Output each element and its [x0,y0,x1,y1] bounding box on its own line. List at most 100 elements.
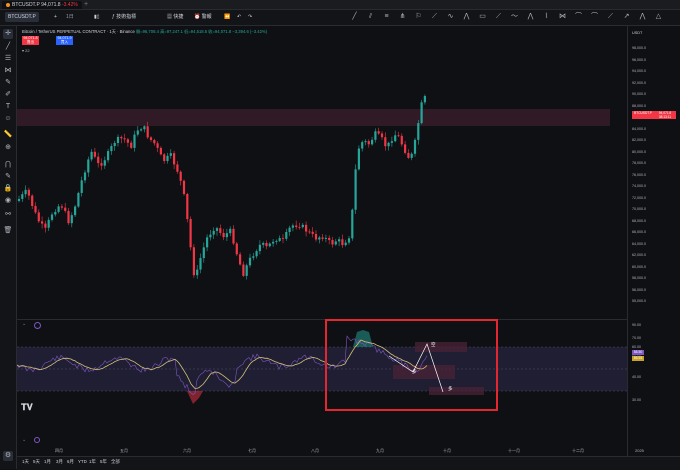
candle-body [265,242,268,247]
candle-body [123,138,126,140]
candle-body [235,243,238,255]
ruler-icon[interactable]: 📏 [3,130,13,140]
timeframe-button[interactable]: 6月 [67,459,74,465]
timeframe-button[interactable]: YTD [78,459,87,464]
current-price-value: 94,071.8 08:13:11 [654,111,676,119]
add-tab-button[interactable]: + [84,0,88,9]
candle-body [206,237,209,248]
time-tick-label: 十月 [443,448,451,453]
candle-body [136,130,139,135]
pane-collapse-icon[interactable]: ⌄ [22,321,26,327]
forecast-tool-icon[interactable]: ⟋ [606,12,615,22]
candle-body [209,234,212,238]
path-tool-icon[interactable]: 〜 [510,12,519,22]
line-tool-icon[interactable]: ╱ [350,12,359,22]
chart-area[interactable] [17,26,627,456]
xabcd-tool-icon[interactable]: ⋀ [462,12,471,22]
lock-icon[interactable]: 🔒 [3,184,13,194]
candle-body [179,171,182,181]
indicator-eye-icon[interactable] [34,322,41,329]
pen-icon[interactable]: ✐ [3,90,13,100]
pattern-tool-icon[interactable]: ⚐ [414,12,423,22]
time-tick-label: 九月 [376,448,384,453]
currency-label[interactable]: USDT [632,31,642,35]
symbol-tab[interactable]: BTCUSDT.P 94,071.8 -3.42% [2,1,82,9]
price-tick-label: 98,000.0 [632,46,646,50]
projection-tool-icon[interactable]: ↗ [622,12,631,22]
candle-body [93,151,96,157]
visibility-icon[interactable]: ◉ [3,196,13,206]
price-tick-label: 60,000.0 [632,264,646,269]
price-tick-label: 64,000.0 [632,241,646,246]
candle-body [308,231,311,233]
bottom-pane-toggle[interactable]: ⌄ [22,437,26,443]
annotation-long-1: 多 [412,369,417,374]
time-tick-label: 六月 [183,448,191,453]
head-shoulders-tool-icon[interactable]: ⋀ [638,12,647,22]
trendline-icon[interactable]: ╱ [3,42,13,52]
timeframe-button[interactable]: 1天 [22,459,29,465]
trash-icon[interactable]: 🗑 [3,226,13,236]
candle-body [272,241,275,244]
magnet-icon[interactable]: ⋂ [3,160,13,170]
candle-body [242,264,245,276]
buy-button[interactable]: 94,071.9 買入 [56,36,73,45]
bottom-tool-icon[interactable]: ⚙ [3,451,13,461]
compare-button[interactable]: + [52,12,59,23]
candle-body [229,228,232,234]
channel-tool-icon[interactable]: ⫽ [366,12,375,22]
candle-body [367,141,370,145]
timeframe-button[interactable]: 1月 [44,459,51,465]
time-tick-label: 八月 [311,448,319,453]
timeframe-button[interactable]: 全部 [111,459,120,465]
time-tick-label: 四月 [55,448,63,453]
sell-button[interactable]: 94,071.8 賣出 [22,36,39,45]
indicators-button[interactable]: ƒ 技術指標 [110,12,138,23]
redo-button[interactable]: ↷ [246,12,254,23]
candle-body [31,195,34,206]
trend-tool-icon[interactable]: ⟋ [494,12,503,22]
emoji-icon[interactable]: ☺ [3,114,13,124]
elliott-tool-icon[interactable]: ⌇ [542,12,551,22]
fib-icon[interactable]: ☰ [3,54,13,64]
templates-button[interactable]: ▦ 快捷 [165,12,185,23]
grid-icon: ▦ [167,14,173,20]
zigzag-tool-icon[interactable]: ⋀ [526,12,535,22]
zoom-in-icon[interactable]: ⊕ [3,143,13,153]
text-icon[interactable]: T [3,102,13,112]
lock-drawings-icon[interactable]: ✎ [3,172,13,182]
candle-body [153,139,156,144]
pane-separator[interactable] [17,319,627,320]
timeframe-button[interactable]: 1年 [89,459,96,465]
link-icon[interactable]: ⚯ [3,210,13,220]
triangle-tool-icon[interactable]: △ [654,12,663,22]
curve-tool-icon[interactable]: ⌒ [574,12,583,22]
crosshair-icon[interactable]: ✛ [3,29,13,39]
candle-body [387,142,390,147]
arc-tool-icon[interactable]: ⌒ [590,12,599,22]
symbol-search-button[interactable]: BTCUSDT.P [5,12,39,22]
timeframe-button[interactable]: 5年 [100,459,107,465]
timeframe-button[interactable]: 5天 [33,459,40,465]
gann-icon[interactable]: ⋈ [3,66,13,76]
brush-icon[interactable]: ✎ [3,78,13,88]
interval-button[interactable]: 1日 [64,12,76,23]
rectangle-tool-icon[interactable]: ▭ [478,12,487,22]
ray-tool-icon[interactable]: ⟋ [430,12,439,22]
candle-body [278,238,281,241]
replay-button[interactable]: ⏪ [222,12,232,23]
candle-body [390,141,393,143]
indicator-toggle[interactable]: ▾ 22 [22,48,30,53]
pitchfork-tool-icon[interactable]: ⋔ [398,12,407,22]
bottom-indicator-icon[interactable] [34,437,40,443]
fib-tool-icon[interactable]: ≡ [382,12,391,22]
undo-button[interactable]: ↶ [235,12,243,23]
bar-style-button[interactable]: ▮▯ [92,12,102,23]
price-tick-label: 68,000.0 [632,218,646,223]
candle-body [262,242,265,245]
candle-body [130,142,133,148]
wave-tool-icon[interactable]: ∿ [446,12,455,22]
cycle-tool-icon[interactable]: ⋈ [558,12,567,22]
alert-button[interactable]: ⏰ 警報 [192,12,214,23]
timeframe-button[interactable]: 3月 [56,459,63,465]
